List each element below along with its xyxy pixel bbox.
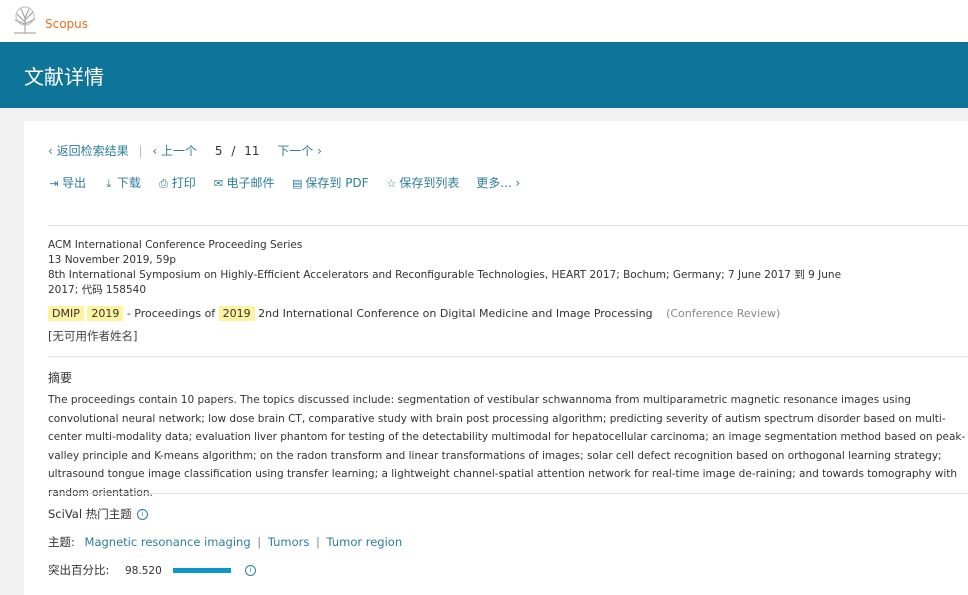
email-icon: ✉ (213, 177, 224, 190)
pager-position: 5 / 11 (214, 143, 260, 158)
document-toolbar: ⇥ 导出 ⤓ 下载 ⎙ 打印 ✉ 电子邮件 ▤ 保存到 PDF ☆ 保存到列表 更多... … (48, 174, 533, 191)
top-bar: Scopus (0, 0, 968, 42)
save-to-list-button[interactable]: ☆ 保存到列表 (385, 174, 459, 191)
download-icon: ⤓ (106, 177, 112, 190)
info-icon[interactable]: i (245, 565, 257, 576)
document-details-card: ‹ 返回检索结果 | ‹ 上一个 5 / 11 下一个 › ⇥ 导出 ⤓ 下载 ⎙ 打… (24, 121, 968, 595)
topic-link[interactable]: Tumors (268, 535, 310, 549)
publication-date: 13 November 2019, 59p (48, 254, 177, 266)
title-highlight: 2019 (218, 306, 255, 321)
conference-info: 8th International Symposium on Highly-Ef… (48, 269, 842, 281)
chevron-left-icon: ‹ (152, 143, 158, 158)
page-banner: 文献详情 (0, 42, 968, 108)
page-title: 文献详情 (24, 65, 104, 89)
title-highlight: DMIP (48, 306, 84, 321)
divider (48, 356, 968, 357)
abstract-text: The proceedings contain 10 papers. The t… (48, 394, 966, 499)
abstract-heading: 摘要 (48, 371, 73, 385)
chevron-right-icon: › (317, 143, 322, 158)
title-text: 2nd International Conference on Digital … (258, 307, 653, 320)
star-icon: ☆ (386, 177, 397, 190)
scival-topic: 主题: Magnetic resonance imaging | Tumors … (48, 534, 402, 550)
document-title: DMIP 2019 - Proceedings of 2019 2nd Inte… (48, 306, 781, 321)
nav-divider: | (138, 143, 143, 158)
percentile-label: 突出百分比: (48, 563, 110, 577)
conference-code: 2017; 代码 158540 (48, 284, 147, 296)
save-pdf-button[interactable]: ▤ 保存到 PDF (291, 174, 368, 191)
previous-link[interactable]: ‹ 上一个 (152, 142, 197, 159)
topic-link[interactable]: Magnetic resonance imaging (85, 535, 251, 549)
chevron-left-icon: ‹ (48, 143, 53, 158)
print-button[interactable]: ⎙ 打印 (158, 174, 195, 191)
print-icon: ⎙ (159, 177, 169, 190)
series-name[interactable]: ACM International Conference Proceeding … (48, 238, 841, 253)
more-button[interactable]: 更多... › (476, 174, 520, 191)
title-text: - Proceedings of (126, 307, 216, 320)
info-icon[interactable]: i (136, 509, 148, 520)
next-link[interactable]: 下一个 › (277, 142, 322, 159)
scopus-logo-icon[interactable] (10, 6, 40, 34)
email-button[interactable]: ✉ 电子邮件 (213, 174, 275, 191)
back-to-results-link[interactable]: ‹ 返回检索结果 (48, 142, 129, 159)
topic-separator: | (257, 535, 262, 549)
divider (48, 225, 968, 226)
topic-separator: | (316, 535, 320, 549)
download-button[interactable]: ⤓ 下载 (103, 174, 140, 191)
export-icon: ⇥ (49, 177, 59, 190)
brand-name[interactable]: Scopus (45, 17, 88, 31)
topic-link[interactable]: Tumor region (327, 535, 403, 549)
percentile-value: 98.520 (125, 565, 162, 577)
document-type: (Conference Review) (666, 307, 781, 320)
pdf-icon: ▤ (292, 177, 303, 190)
chevron-right-icon: › (515, 176, 521, 190)
title-highlight: 2019 (87, 306, 124, 321)
authors: [无可用作者姓名] (48, 329, 138, 343)
source-info: ACM International Conference Proceeding … (48, 238, 841, 298)
result-navigation: ‹ 返回检索结果 | ‹ 上一个 5 / 11 下一个 › (48, 142, 322, 159)
scival-heading: SciVal 热门主题 i (48, 506, 148, 522)
percentile-bar (173, 568, 232, 573)
export-button[interactable]: ⇥ 导出 (48, 174, 86, 191)
topic-label: 主题: (48, 535, 75, 549)
divider (48, 493, 968, 494)
prominence-percentile: 突出百分比: 98.520 i (48, 562, 257, 578)
